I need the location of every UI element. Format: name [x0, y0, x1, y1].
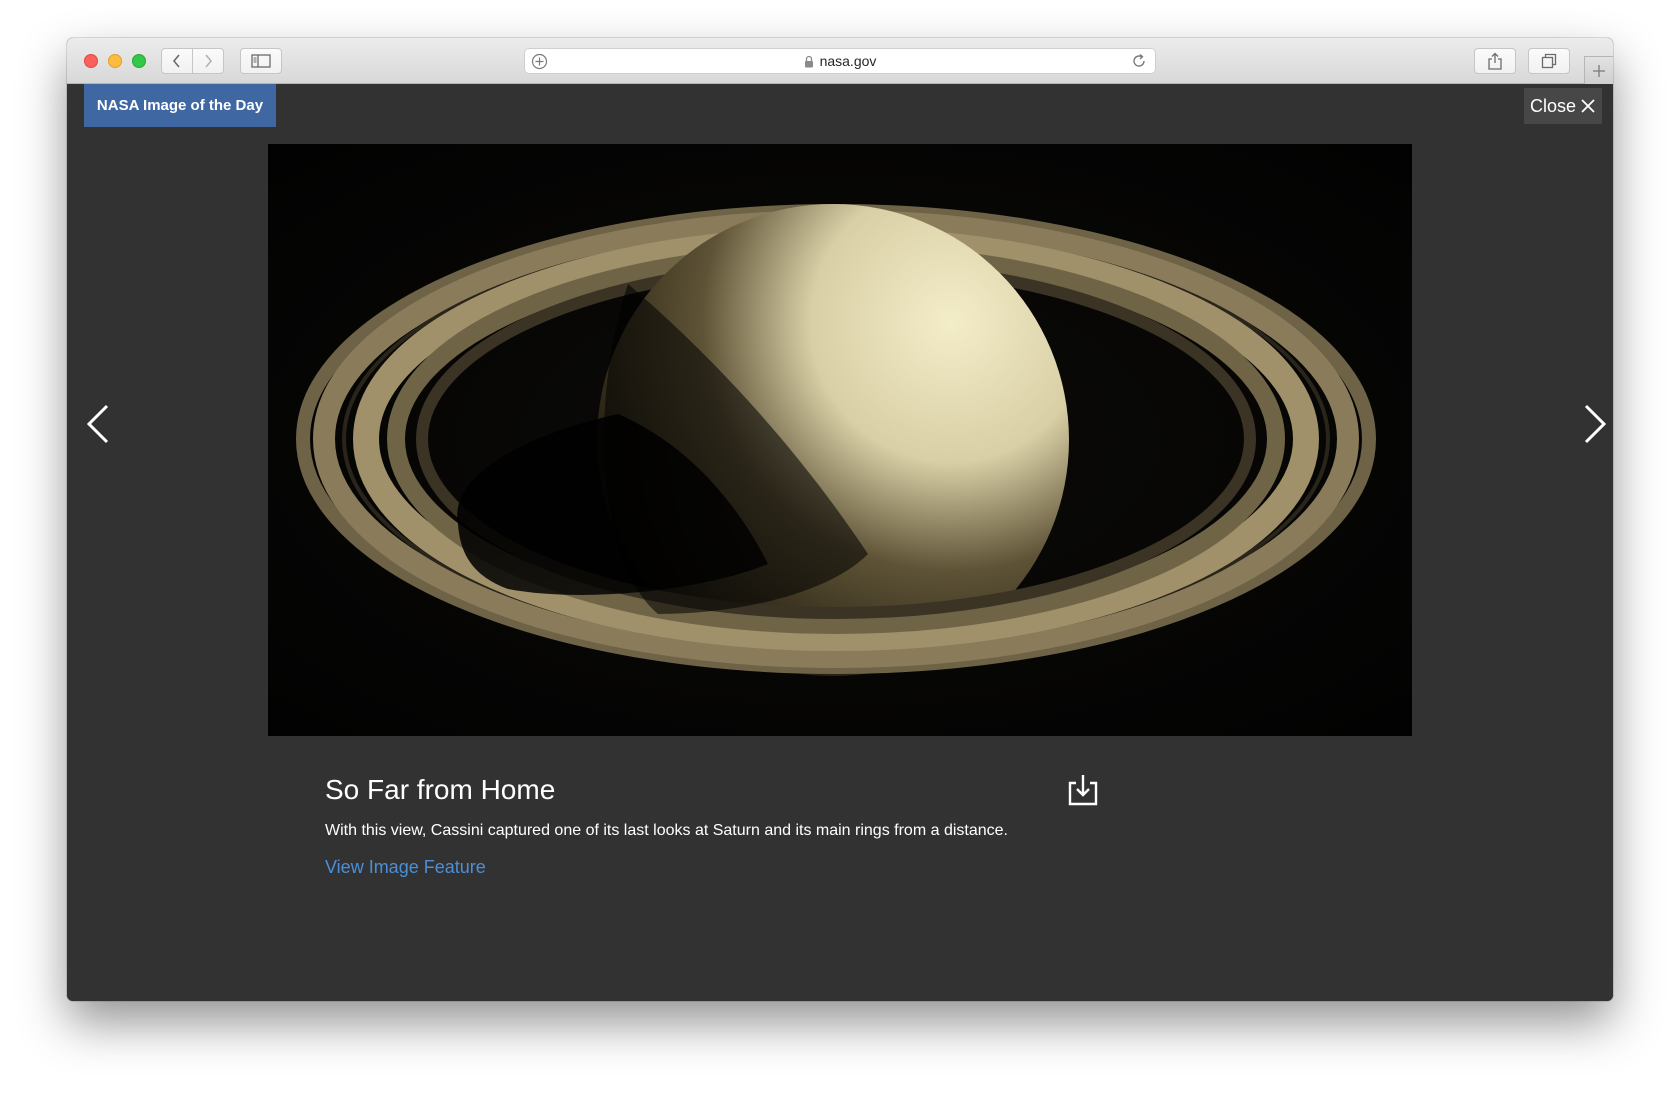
- url-text: nasa.gov: [819, 53, 877, 69]
- tabs-overview-button[interactable]: [1528, 48, 1570, 74]
- image-description: With this view, Cassini captured one of …: [325, 822, 1008, 839]
- image-gallery-overlay: NASA Image of the Day Close So Far from …: [67, 84, 1613, 1001]
- share-button[interactable]: [1474, 48, 1516, 74]
- download-icon: [1068, 775, 1098, 806]
- download-button[interactable]: [1065, 771, 1101, 809]
- share-icon: [1488, 52, 1502, 70]
- minimize-window-button[interactable]: [108, 54, 122, 68]
- saturn-image: [268, 144, 1412, 736]
- view-image-feature-link[interactable]: View Image Feature: [325, 857, 486, 878]
- image-title: So Far from Home: [325, 774, 556, 805]
- back-button[interactable]: [161, 48, 193, 74]
- close-icon: [1581, 99, 1595, 113]
- tabs-icon: [1541, 53, 1557, 69]
- address-bar[interactable]: nasa.gov: [524, 48, 1156, 74]
- chevron-left-icon: [86, 404, 109, 444]
- chevron-left-icon: [172, 54, 180, 68]
- chevron-right-icon: [205, 54, 213, 68]
- url-display: nasa.gov: [525, 49, 1155, 73]
- forward-button[interactable]: [192, 48, 224, 74]
- browser-window: nasa.gov NASA Image of the Day Close So …: [67, 38, 1613, 1001]
- close-window-button[interactable]: [84, 54, 98, 68]
- sidebar-button[interactable]: [240, 48, 282, 74]
- chevron-right-icon: [1584, 404, 1607, 444]
- featured-image: [268, 144, 1412, 736]
- gallery-header-label: NASA Image of the Day: [84, 84, 276, 127]
- previous-image-button[interactable]: [78, 394, 118, 454]
- close-label: Close: [1529, 95, 1577, 116]
- lock-icon: [804, 55, 813, 67]
- new-tab-button[interactable]: [1584, 56, 1613, 84]
- reload-icon[interactable]: [1131, 53, 1147, 74]
- browser-toolbar: nasa.gov: [67, 38, 1613, 84]
- sidebar-icon: [251, 54, 271, 68]
- plus-icon: [1593, 64, 1605, 77]
- close-gallery-button[interactable]: Close: [1524, 88, 1602, 124]
- zoom-window-button[interactable]: [132, 54, 146, 68]
- next-image-button[interactable]: [1575, 394, 1613, 454]
